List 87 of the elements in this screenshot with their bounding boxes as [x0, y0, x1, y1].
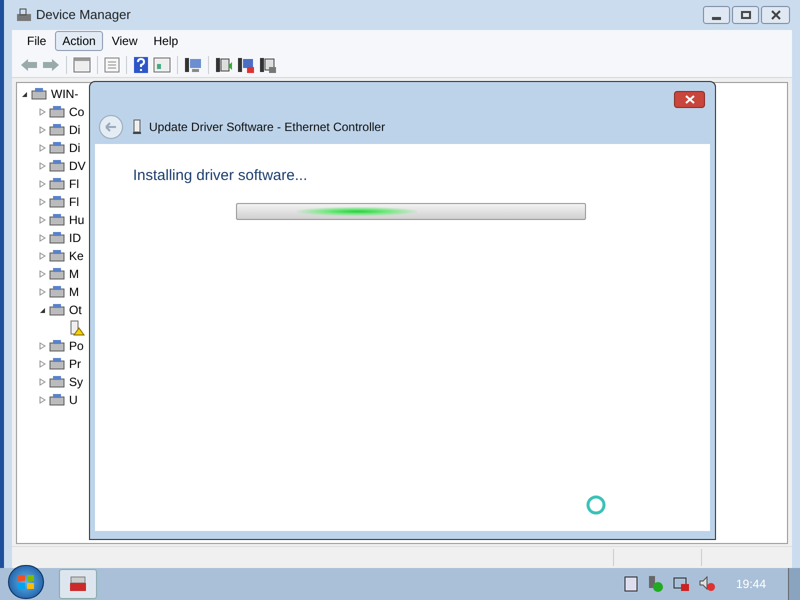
forward-arrow-icon[interactable] [42, 58, 60, 72]
window-icon[interactable] [73, 56, 91, 72]
expand-arrow-icon[interactable] [39, 270, 47, 278]
speaker-muted-icon[interactable] [698, 575, 716, 593]
tree-item[interactable]: ID [69, 229, 81, 247]
device-icon [49, 122, 65, 138]
expand-arrow-icon[interactable] [39, 378, 47, 386]
back-arrow-icon[interactable] [20, 58, 38, 72]
tree-item[interactable]: Ot [69, 301, 82, 319]
network-error-icon[interactable] [672, 575, 690, 593]
maximize-button[interactable] [732, 6, 759, 24]
tree-item[interactable]: Hu [69, 211, 84, 229]
window-title: Device Manager [36, 6, 131, 24]
device-icon [49, 266, 65, 282]
taskbar-app-button[interactable] [59, 569, 97, 599]
device-icon [49, 338, 65, 354]
collapse-arrow-icon[interactable] [21, 90, 29, 98]
expand-arrow-icon[interactable] [39, 180, 47, 188]
tree-item[interactable]: M [69, 265, 79, 283]
status-heading: Installing driver software... [133, 166, 308, 186]
warning-icon [69, 320, 85, 336]
computer-icon[interactable] [184, 56, 202, 74]
menu-item[interactable]: File [20, 31, 54, 51]
tree-item[interactable]: Sy [69, 373, 84, 391]
back-button[interactable] [99, 115, 123, 139]
device-icon [49, 230, 65, 246]
expand-arrow-icon[interactable] [39, 342, 47, 350]
device-icon [49, 176, 65, 192]
collapse-arrow-icon[interactable] [39, 306, 47, 314]
device-icon [49, 140, 65, 156]
expand-arrow-icon[interactable] [39, 396, 47, 404]
tree-item[interactable]: Ke [69, 247, 84, 265]
app-icon [16, 7, 32, 23]
tree-item[interactable]: Di [69, 121, 80, 139]
help-icon[interactable] [133, 56, 149, 74]
expand-arrow-icon[interactable] [39, 234, 47, 242]
device-icon [49, 212, 65, 228]
expand-arrow-icon[interactable] [39, 288, 47, 296]
expand-arrow-icon[interactable] [39, 144, 47, 152]
busy-spinner-icon [585, 494, 607, 516]
tree-item[interactable]: Po [69, 337, 84, 355]
tree-item[interactable]: Pr [69, 355, 81, 373]
tree-item[interactable]: DV [69, 157, 86, 175]
expand-arrow-icon[interactable] [39, 108, 47, 116]
device-icon [49, 248, 65, 264]
show-desktop-button[interactable] [788, 568, 800, 600]
device-icon [49, 284, 65, 300]
device-icon [49, 392, 65, 408]
expand-arrow-icon[interactable] [39, 216, 47, 224]
menu-item[interactable]: View [104, 31, 144, 51]
expand-arrow-icon[interactable] [39, 126, 47, 134]
network-adapter-icon [133, 119, 141, 135]
start-button[interactable] [8, 565, 44, 599]
computer-icon[interactable] [215, 56, 233, 74]
device-icon [49, 356, 65, 372]
back-arrow-icon [105, 122, 117, 132]
menu-item[interactable]: Action [55, 31, 103, 51]
document-icon[interactable] [624, 576, 638, 592]
toolbox-icon [69, 575, 87, 593]
tree-item[interactable]: M [69, 283, 79, 301]
window-icon[interactable] [153, 56, 171, 72]
dialog-title: Update Driver Software - Ethernet Controller [149, 119, 386, 136]
device-icon [49, 194, 65, 210]
menu-item[interactable]: Help [146, 31, 186, 51]
tree-item[interactable]: Fl [69, 175, 79, 193]
device-icon [49, 302, 65, 318]
expand-arrow-icon[interactable] [39, 360, 47, 368]
tree-item[interactable]: WIN- [51, 85, 78, 103]
expand-arrow-icon[interactable] [39, 162, 47, 170]
device-icon [49, 104, 65, 120]
close-button[interactable] [761, 6, 790, 24]
device-icon [49, 158, 65, 174]
tree-item[interactable]: Fl [69, 193, 79, 211]
close-icon [770, 10, 780, 20]
windows-logo [17, 574, 35, 590]
computer-icon[interactable] [259, 56, 277, 74]
computer-icon[interactable] [237, 56, 255, 74]
device-icon [49, 374, 65, 390]
tree-item[interactable]: U [69, 391, 78, 409]
close-icon [684, 95, 694, 104]
device-icon [31, 86, 47, 102]
expand-arrow-icon[interactable] [39, 252, 47, 260]
tree-item[interactable]: Co [69, 103, 84, 121]
minimize-button[interactable] [703, 6, 730, 24]
close-button[interactable] [674, 91, 705, 108]
tree-item[interactable]: Di [69, 139, 80, 157]
expand-arrow-icon[interactable] [39, 198, 47, 206]
